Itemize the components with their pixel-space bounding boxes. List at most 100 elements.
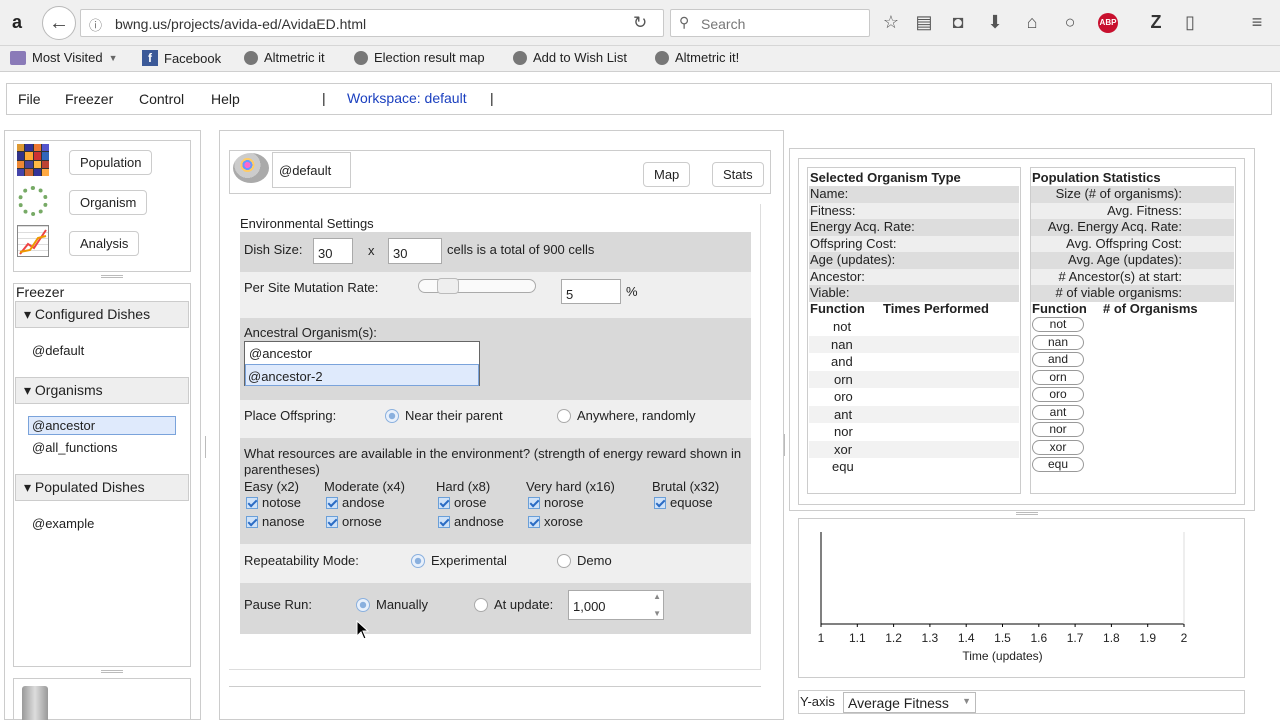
populated-dishes-header[interactable]: ▾ Populated Dishes <box>15 474 189 501</box>
function-toggle-button[interactable]: and <box>1032 352 1084 367</box>
mutation-slider[interactable] <box>418 278 536 294</box>
resource-nanose[interactable]: nanose <box>246 514 305 529</box>
info-icon[interactable]: ⓘ <box>89 15 102 34</box>
radio-selected-icon[interactable] <box>411 554 425 568</box>
download-icon[interactable]: ⬇ <box>983 12 1007 33</box>
pause-update-input[interactable]: 1,000 ▲ ▼ <box>568 590 664 620</box>
splitter-handle[interactable] <box>205 436 207 458</box>
checkbox-checked-icon[interactable] <box>528 497 540 509</box>
reading-list-icon[interactable]: ▤ <box>912 12 936 33</box>
map-button[interactable]: Map <box>643 162 691 187</box>
pocket-icon[interactable]: ◘ <box>946 12 970 33</box>
ancestor-dropzone[interactable]: @ancestor @ancestor-2 <box>244 341 480 386</box>
checkbox-checked-icon[interactable] <box>528 516 540 528</box>
amazon-icon[interactable]: a <box>12 12 22 33</box>
mutation-rate-input[interactable]: 5 <box>561 279 621 304</box>
splitter-handle[interactable] <box>101 275 123 278</box>
function-toggle-button[interactable]: equ <box>1032 457 1084 472</box>
splitter-handle[interactable] <box>784 434 786 456</box>
star-icon[interactable]: ☆ <box>879 12 903 33</box>
dish-width-input[interactable]: 30 <box>313 238 353 264</box>
dish-name-input[interactable]: @default <box>272 152 351 188</box>
function-toggle-button[interactable]: xor <box>1032 439 1084 455</box>
checkbox-checked-icon[interactable] <box>438 497 450 509</box>
place-near-option[interactable]: Near their parent <box>385 408 503 423</box>
function-toggle-button[interactable]: not <box>1032 317 1084 332</box>
stats-button[interactable]: Stats <box>712 162 764 187</box>
pause-at-option[interactable]: At update: <box>474 597 553 612</box>
freezer-item-all-functions[interactable]: @all_functions <box>32 440 117 455</box>
analysis-button[interactable]: Analysis <box>69 231 140 256</box>
search-bar[interactable]: ⚲ Search <box>670 9 870 37</box>
radio-selected-icon[interactable] <box>356 598 370 612</box>
function-toggle-button[interactable]: ant <box>1032 404 1084 420</box>
resource-andnose[interactable]: andnose <box>438 514 504 529</box>
radio-icon[interactable] <box>474 598 488 612</box>
ancestor-item[interactable]: @ancestor <box>245 342 479 364</box>
resource-norose[interactable]: norose <box>528 495 584 510</box>
spinner-up-icon[interactable]: ▲ <box>653 592 661 601</box>
function-toggle-button[interactable]: orn <box>1032 369 1084 385</box>
bookmark-facebook[interactable]: f Facebook <box>142 50 221 66</box>
function-toggle-button[interactable]: nor <box>1032 422 1084 437</box>
yaxis-select[interactable]: Average Fitness ▼ <box>843 692 976 713</box>
page-icon[interactable]: ▯ <box>1178 12 1202 33</box>
freezer-item-default[interactable]: @default <box>32 343 84 358</box>
bookmark-altmetric[interactable]: Altmetric it <box>244 50 325 65</box>
url-bar[interactable]: ⓘ bwng.us/projects/avida-ed/AvidaED.html… <box>80 9 664 37</box>
hamburger-menu-icon[interactable]: ≡ <box>1245 12 1269 33</box>
organism-ring-icon[interactable] <box>18 186 48 216</box>
checkbox-checked-icon[interactable] <box>246 497 258 509</box>
radio-selected-icon[interactable] <box>385 409 399 423</box>
radio-icon[interactable] <box>557 554 571 568</box>
population-grid-icon[interactable] <box>17 144 49 176</box>
menu-file[interactable]: File <box>18 91 41 107</box>
bookmark-election[interactable]: Election result map <box>354 50 485 65</box>
function-toggle-button[interactable]: oro <box>1032 387 1084 402</box>
resource-equose[interactable]: equose <box>654 495 713 510</box>
bookmark-altmetric-2[interactable]: Altmetric it! <box>655 50 739 65</box>
resource-orose[interactable]: orose <box>438 495 487 510</box>
menu-help[interactable]: Help <box>211 91 240 107</box>
resource-xorose[interactable]: xorose <box>528 514 583 529</box>
organism-button[interactable]: Organism <box>69 190 148 215</box>
adblock-icon[interactable]: ABP <box>1098 13 1118 33</box>
menu-freezer[interactable]: Freezer <box>65 91 113 107</box>
zotero-icon[interactable]: Z <box>1144 12 1168 33</box>
reload-icon[interactable]: ↻ <box>633 13 647 33</box>
workspace-label[interactable]: Workspace: default <box>347 90 467 106</box>
radio-icon[interactable] <box>557 409 571 423</box>
repeat-demo-option[interactable]: Demo <box>557 553 612 568</box>
home-icon[interactable]: ⌂ <box>1020 12 1044 33</box>
spinner-down-icon[interactable]: ▼ <box>653 609 661 618</box>
checkbox-checked-icon[interactable] <box>654 497 666 509</box>
chat-icon[interactable]: ○ <box>1058 12 1082 33</box>
checkbox-checked-icon[interactable] <box>246 516 258 528</box>
menu-control[interactable]: Control <box>139 91 184 107</box>
pause-manual-option[interactable]: Manually <box>356 597 428 612</box>
dish-height-input[interactable]: 30 <box>388 238 442 264</box>
organisms-header[interactable]: ▾ Organisms <box>15 377 189 404</box>
checkbox-checked-icon[interactable] <box>438 516 450 528</box>
resource-andose[interactable]: andose <box>326 495 385 510</box>
freezer-item-example[interactable]: @example <box>32 516 94 531</box>
population-button[interactable]: Population <box>69 150 153 175</box>
freezer-item-ancestor[interactable]: @ancestor <box>28 416 176 435</box>
function-toggle-button[interactable]: nan <box>1032 334 1084 350</box>
place-anywhere-option[interactable]: Anywhere, randomly <box>557 408 696 423</box>
back-button[interactable]: ← <box>42 6 76 40</box>
splitter-handle[interactable] <box>1016 512 1038 515</box>
checkbox-checked-icon[interactable] <box>326 497 338 509</box>
resource-notose[interactable]: notose <box>246 495 301 510</box>
slider-thumb[interactable] <box>437 278 460 294</box>
resource-ornose[interactable]: ornose <box>326 514 382 529</box>
trash-can-icon[interactable] <box>22 686 48 720</box>
checkbox-checked-icon[interactable] <box>326 516 338 528</box>
bookmark-most-visited[interactable]: Most Visited ▼ <box>10 50 118 65</box>
bookmark-wishlist[interactable]: Add to Wish List <box>513 50 627 65</box>
splitter-handle[interactable] <box>101 670 123 673</box>
configured-dishes-header[interactable]: ▾ Configured Dishes <box>15 301 189 328</box>
repeat-experimental-option[interactable]: Experimental <box>411 553 507 568</box>
analysis-chart-icon[interactable] <box>17 225 49 257</box>
ancestor-item[interactable]: @ancestor-2 <box>245 364 479 386</box>
